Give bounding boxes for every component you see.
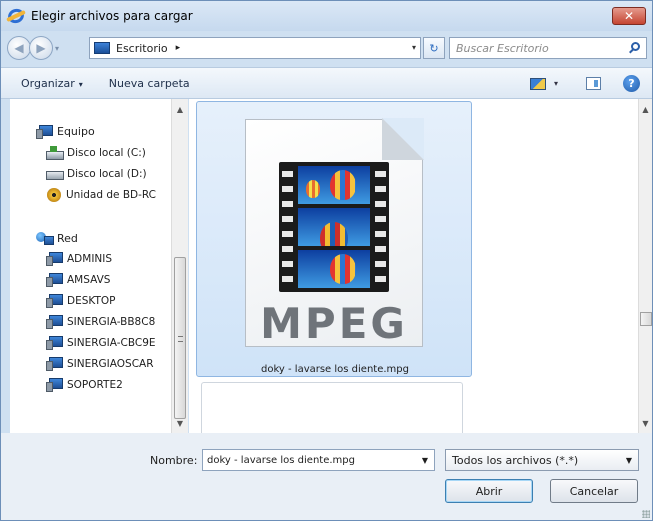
computer-icon — [36, 125, 53, 139]
nav-item-bd-drive[interactable]: Unidad de BD-RC — [46, 188, 156, 202]
scroll-down-arrow-icon[interactable]: ▼ — [172, 415, 188, 431]
command-bar: Organizar ▾ Nueva carpeta ▾ ? — [1, 67, 652, 99]
nav-item-label: SINERGIAOSCAR — [67, 357, 154, 370]
window-title: Elegir archivos para cargar — [31, 9, 193, 23]
computer-icon — [46, 336, 63, 350]
nav-item-network-computer[interactable]: SINERGIA-BB8C8 — [46, 315, 156, 329]
breadcrumb-desktop[interactable]: Escritorio — [116, 42, 168, 55]
new-folder-button[interactable]: Nueva carpeta — [109, 77, 190, 90]
organize-label: Organizar — [21, 76, 75, 90]
nav-item-label: AMSAVS — [67, 273, 111, 286]
computer-icon — [46, 273, 63, 287]
nav-item-network-computer[interactable]: ADMINIS — [46, 252, 113, 266]
file-type-select[interactable]: Todos los archivos (*.*) ▼ — [445, 449, 639, 471]
drive-icon — [46, 167, 64, 180]
disc-drive-icon — [47, 188, 61, 202]
search-box[interactable]: Buscar Escritorio — [449, 37, 647, 59]
navigation-pane: Equipo Disco local (C:) Disco local (D:)… — [10, 99, 188, 433]
network-icon — [36, 231, 54, 245]
cancel-button[interactable]: Cancelar — [550, 479, 638, 503]
nav-item-drive-c[interactable]: Disco local (C:) — [46, 146, 146, 160]
nav-item-network-computer[interactable]: SOPORTE2 — [46, 378, 123, 392]
scroll-up-arrow-icon[interactable]: ▲ — [639, 101, 652, 117]
search-icon[interactable] — [628, 41, 642, 55]
close-button[interactable]: ✕ — [612, 7, 646, 25]
file-type-value: Todos los archivos (*.*) — [452, 453, 579, 467]
file-list: MPEG doky - lavarse los diente.mpg — [189, 99, 638, 433]
nav-item-network-computer[interactable]: AMSAVS — [46, 273, 111, 287]
internet-explorer-icon — [6, 6, 26, 26]
nav-item-label: Unidad de BD-RC — [66, 189, 157, 201]
nav-item-network-computer[interactable]: SINERGIAOSCAR — [46, 357, 154, 371]
preview-pane-icon[interactable] — [586, 77, 601, 90]
file-open-dialog: Elegir archivos para cargar ✕ ◀ ▶ ▾ Escr… — [0, 0, 653, 521]
file-name-value[interactable]: doky - lavarse los diente.mpg — [207, 455, 355, 466]
file-list-scrollbar[interactable]: ▲ ▼ — [638, 99, 652, 433]
title-bar: Elegir archivos para cargar ✕ — [1, 1, 652, 31]
file-item-placeholder[interactable] — [201, 382, 463, 433]
nav-item-label: ADMINIS — [67, 252, 113, 265]
hard-drive-icon — [46, 146, 64, 160]
change-view-icon[interactable] — [530, 78, 546, 90]
computer-icon — [46, 315, 63, 329]
nav-item-drive-d[interactable]: Disco local (D:) — [46, 167, 147, 180]
address-bar[interactable]: Escritorio ▸ ▾ — [89, 37, 421, 59]
breadcrumb-chevron-icon[interactable]: ▸ — [176, 43, 181, 53]
file-type-label: MPEG — [260, 299, 408, 348]
nav-item-label: SINERGIA-CBC9E — [67, 336, 156, 349]
nav-item-label: Disco local (C:) — [67, 146, 146, 159]
search-input[interactable]: Buscar Escritorio — [456, 42, 549, 55]
resize-grip-icon[interactable] — [642, 510, 650, 518]
mpeg-file-icon: MPEG — [245, 118, 424, 348]
nav-item-label: Equipo — [57, 125, 95, 138]
chevron-down-icon: ▾ — [78, 79, 83, 89]
back-button[interactable]: ◀ — [7, 36, 31, 60]
scrollbar-thumb[interactable] — [640, 312, 652, 326]
dialog-footer: Nombre: doky - lavarse los diente.mpg ▼ … — [1, 433, 652, 520]
nav-item-network[interactable]: Red — [36, 231, 78, 245]
nav-item-label: Disco local (D:) — [67, 167, 147, 180]
navigation-scrollbar[interactable]: ▲ ▼ — [171, 99, 188, 433]
nav-item-label: SINERGIA-BB8C8 — [67, 315, 156, 328]
file-name: doky - lavarse los diente.mpg — [261, 364, 409, 375]
view-options-dropdown-icon[interactable]: ▾ — [554, 79, 558, 88]
open-button[interactable]: Abrir — [445, 479, 533, 503]
desktop-icon — [94, 42, 110, 54]
address-dropdown-icon[interactable]: ▾ — [412, 43, 416, 52]
navigation-bar: ◀ ▶ ▾ Escritorio ▸ ▾ ↻ Buscar Escritorio — [1, 31, 652, 65]
nav-item-label: SOPORTE2 — [67, 378, 123, 391]
computer-icon — [46, 294, 63, 308]
refresh-button[interactable]: ↻ — [423, 37, 445, 59]
film-strip-icon — [279, 162, 389, 292]
file-name-label: Nombre: — [150, 454, 198, 467]
nav-item-network-computer[interactable]: DESKTOP — [46, 294, 116, 308]
chevron-down-icon[interactable]: ▼ — [422, 456, 428, 465]
file-item[interactable]: MPEG doky - lavarse los diente.mpg — [196, 101, 472, 377]
recent-locations-dropdown[interactable]: ▾ — [55, 44, 59, 53]
nav-item-label: DESKTOP — [67, 294, 116, 307]
computer-icon — [46, 378, 63, 392]
file-name-field[interactable]: doky - lavarse los diente.mpg ▼ — [202, 449, 435, 471]
nav-item-label: Red — [57, 231, 78, 245]
chevron-down-icon[interactable]: ▼ — [626, 456, 632, 465]
forward-button[interactable]: ▶ — [29, 36, 53, 60]
computer-icon — [46, 357, 63, 371]
computer-icon — [46, 252, 63, 266]
nav-item-network-computer[interactable]: SINERGIA-CBC9E — [46, 336, 156, 350]
scroll-down-arrow-icon[interactable]: ▼ — [639, 415, 652, 431]
organize-button[interactable]: Organizar ▾ — [21, 77, 83, 90]
help-icon[interactable]: ? — [623, 75, 640, 92]
scroll-up-arrow-icon[interactable]: ▲ — [172, 101, 188, 117]
nav-item-computer[interactable]: Equipo — [36, 125, 95, 139]
scrollbar-thumb[interactable] — [174, 257, 186, 419]
